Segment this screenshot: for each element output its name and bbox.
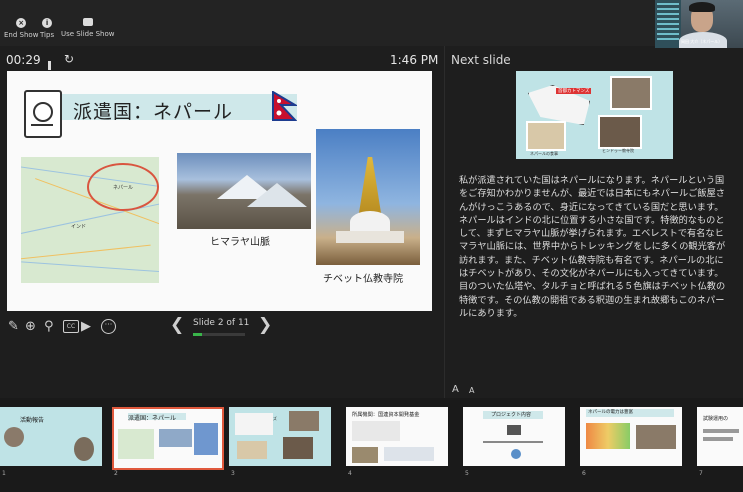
restart-timer-icon[interactable]: ↻ — [64, 52, 74, 66]
thumbnail-2-selected[interactable]: 派遣国：ネパール — [112, 407, 224, 470]
end-show-button[interactable]: × End Show — [4, 18, 38, 39]
thumbnail-3[interactable]: 首都カトマンズ — [229, 407, 331, 466]
clock: 1:46 PM — [390, 53, 439, 67]
pointer-icon[interactable]: ⚲ — [44, 319, 54, 334]
thumbnail-6[interactable]: ネパールの電力は豊富 — [580, 407, 682, 466]
caption-himalaya: ヒマラヤ山脈 — [210, 237, 270, 248]
use-slide-show-button[interactable]: Use Slide Show — [61, 18, 115, 38]
info-icon: i — [42, 18, 53, 28]
thumbnail-5[interactable]: プロジェクト内容 — [463, 407, 565, 466]
himalaya-photo — [177, 153, 311, 229]
caption-hindu-temple: ヒンドゥー教寺院 — [602, 148, 634, 153]
more-options-icon[interactable]: ··· — [101, 319, 116, 334]
decrease-font-button[interactable]: A — [469, 386, 474, 395]
slide-progress-bar — [193, 333, 245, 336]
webcam-name-label: 岡田 大介（ネパール） — [681, 39, 723, 44]
display-icon — [82, 18, 93, 26]
pause-icon[interactable] — [48, 55, 56, 89]
tips-button[interactable]: i Tips — [40, 18, 54, 39]
speaker-notes[interactable]: 私が派遣されていた国はネパールになります。ネパールという国をご存知かわかりません… — [459, 174, 731, 320]
map-label-india: インド — [71, 224, 87, 230]
food-photo — [526, 121, 566, 151]
slide-title: 派遣国：ネパール — [73, 101, 234, 123]
next-slide-button[interactable]: ❯ — [258, 315, 272, 335]
next-slide-preview[interactable]: 首都カトマンズ ネパールの食事 ヒンドゥー教寺院 — [516, 71, 673, 159]
panel-divider[interactable] — [444, 46, 445, 398]
capital-tag: 首都カトマンズ — [556, 88, 592, 94]
zoom-icon[interactable]: ⊕ — [25, 319, 36, 334]
stupa-photo — [316, 129, 420, 265]
current-slide: 派遣国：ネパール ネパール インド ヒマラヤ山脈 チベット仏教寺院 — [7, 71, 432, 311]
passport-icon — [24, 90, 62, 138]
next-slide-label: Next slide — [451, 53, 511, 67]
thumbnail-7[interactable]: 試験運用の — [697, 407, 743, 466]
thumbnail-1[interactable]: 活動報告 — [0, 407, 102, 466]
slide-progress-fill — [193, 333, 203, 336]
nepal-flag-icon — [272, 91, 297, 121]
preview-photo — [610, 76, 652, 110]
previous-slide-button[interactable]: ❮ — [170, 315, 184, 335]
caption-food: ネパールの食事 — [530, 151, 558, 156]
elapsed-timer: 00:29 — [6, 53, 41, 67]
pen-icon[interactable]: ✎ — [8, 319, 19, 334]
caption-temple: チベット仏教寺院 — [323, 274, 403, 285]
camera-icon[interactable]: ▶ — [81, 319, 91, 334]
slide-counter: Slide 2 of 11 — [193, 318, 250, 328]
thumbnail-4[interactable]: 所属機関：国連資本開発基金 — [346, 407, 448, 466]
highlight-circle — [87, 163, 159, 211]
hindu-temple-photo — [598, 115, 642, 149]
webcam-video: 岡田 大介（ネパール） — [655, 0, 743, 48]
close-icon: × — [16, 18, 27, 28]
increase-font-button[interactable]: A — [452, 384, 459, 395]
subtitles-icon[interactable]: CC — [63, 320, 79, 333]
